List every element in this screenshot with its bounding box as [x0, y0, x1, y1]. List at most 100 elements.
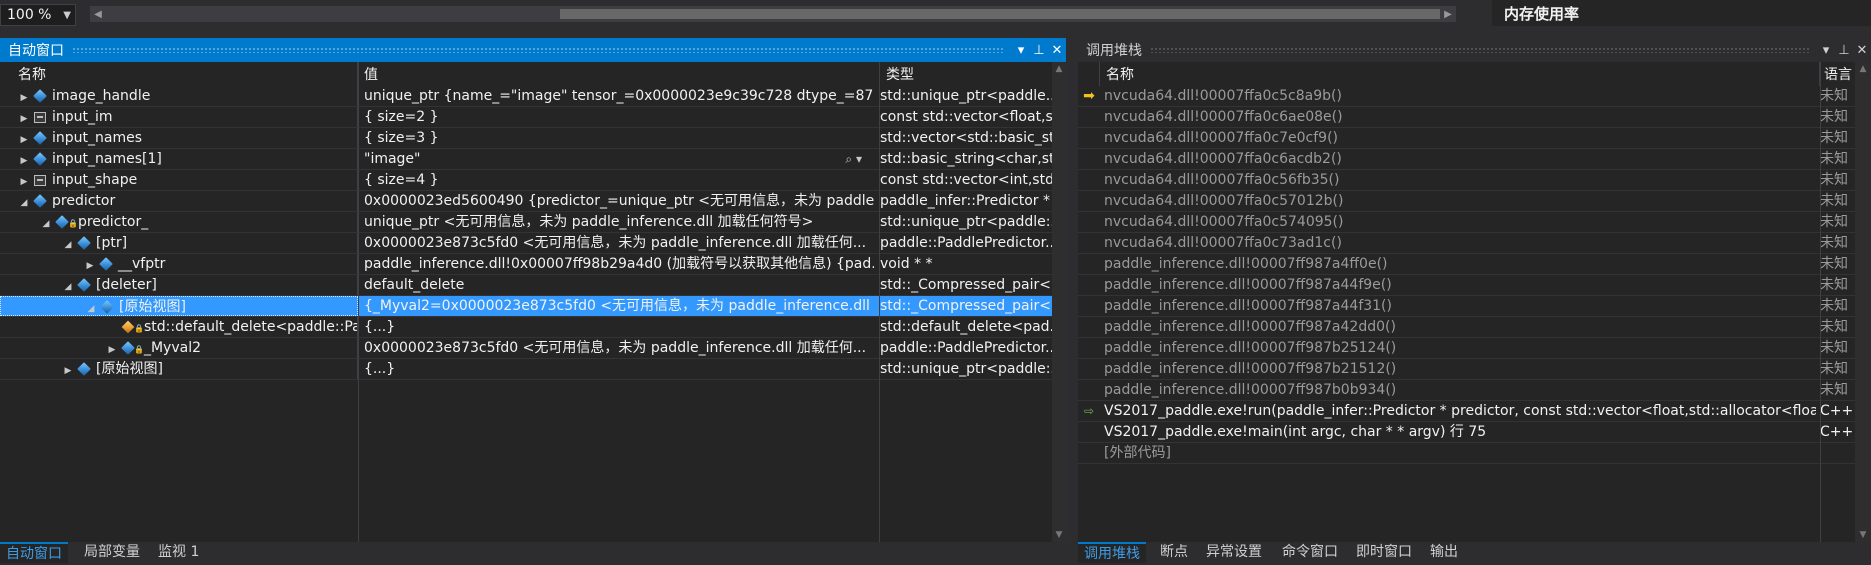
close-icon[interactable]: ✕	[1048, 43, 1066, 58]
table-row[interactable]: ◢ predictor 0x0000023ed5600490 {predictor…	[0, 191, 1052, 212]
value-cell: {...}	[364, 319, 396, 335]
table-row[interactable]: ▶ input_shape { size=4 } const std::vecto…	[0, 170, 1052, 191]
expand-icon[interactable]: ▶	[0, 172, 30, 190]
type-cell: std::vector<std::basic_st...	[880, 130, 1052, 146]
window-dropdown-icon[interactable]: ▾	[1817, 43, 1835, 58]
table-row[interactable]: ◢ 🔒predictor_ unique_ptr <无可用信息，未为 paddle…	[0, 212, 1052, 233]
scroll-up-icon[interactable]: ▲	[1855, 64, 1871, 74]
call-stack-frame[interactable]: nvcuda64.dll!00007ffa0c6ae08e() 未知	[1078, 107, 1855, 128]
current-frame-arrow-icon: ➡	[1083, 88, 1095, 104]
zoom-dropdown[interactable]: 100 % ▼	[0, 4, 76, 26]
type-cell: std::unique_ptr<paddle:...	[880, 214, 1052, 230]
scroll-thumb[interactable]	[560, 9, 1440, 19]
table-row[interactable]: ▶ [原始视图] {...} std::unique_ptr<paddle:...	[0, 359, 1052, 380]
call-stack-frame[interactable]: VS2017_paddle.exe!main(int argc, char * …	[1078, 422, 1855, 443]
table-row-selected[interactable]: ◢ [原始视图] {_Myval2=0x0000023e873c5fd0 <无可用…	[0, 296, 1052, 317]
scroll-left-icon[interactable]: ◀	[90, 6, 106, 22]
tab-exception-settings[interactable]: 异常设置	[1200, 542, 1268, 563]
collapse-icon[interactable]: ◢	[0, 214, 52, 232]
table-row[interactable]: ◢ [ptr] 0x0000023e873c5fd0 <无可用信息，未为 padd…	[0, 233, 1052, 254]
tab-command-window[interactable]: 命令窗口	[1276, 542, 1344, 563]
call-stack-frame[interactable]: ⇨ VS2017_paddle.exe!run(paddle_infer::Pre…	[1078, 401, 1855, 422]
lock-icon: 🔒	[134, 324, 144, 333]
close-icon[interactable]: ✕	[1853, 43, 1871, 58]
tab-breakpoints[interactable]: 断点	[1154, 542, 1194, 563]
chevron-down-icon: ▼	[63, 9, 71, 21]
text-visualizer-search-icon[interactable]: ⌕ ▾	[845, 149, 862, 169]
call-stack-frame[interactable]: paddle_inference.dll!00007ff987a4ff0e() 未…	[1078, 254, 1855, 275]
auto-window-vertical-scrollbar[interactable]: ▲ ▼	[1052, 62, 1066, 542]
scroll-down-icon[interactable]: ▼	[1855, 530, 1871, 540]
call-stack-frame[interactable]: nvcuda64.dll!00007ffa0c6acdb2() 未知	[1078, 149, 1855, 170]
column-header-name[interactable]: 名称	[0, 62, 358, 86]
call-stack-frame[interactable]: nvcuda64.dll!00007ffa0c73ad1c() 未知	[1078, 233, 1855, 254]
type-cell: const std::vector<float,s...	[880, 109, 1052, 125]
tab-auto-window[interactable]: 自动窗口	[0, 542, 68, 563]
expand-icon[interactable]: ▶	[0, 130, 30, 148]
column-header-language[interactable]: 语言	[1820, 62, 1855, 86]
expand-icon[interactable]: ▶	[0, 361, 74, 379]
editor-horizontal-scrollbar[interactable]: ◀ ▶	[90, 6, 1456, 22]
table-row[interactable]: ▶ input_im { size=2 } const std::vector<f…	[0, 107, 1052, 128]
table-row[interactable]: ▶ 🔒_Myval2 0x0000023e873c5fd0 <无可用信息，未为 p…	[0, 338, 1052, 359]
type-cell: std::basic_string<char,st...	[880, 151, 1052, 167]
call-stack-frame[interactable]: paddle_inference.dll!00007ff987b25124() 未…	[1078, 338, 1855, 359]
collapse-icon[interactable]: ◢	[1, 299, 97, 315]
tab-immediate-window[interactable]: 即时窗口	[1350, 542, 1418, 563]
value-cell: 0x0000023e873c5fd0 <无可用信息，未为 paddle_infe…	[364, 340, 867, 356]
column-header-name[interactable]: 名称	[1100, 62, 1820, 86]
call-stack-frame[interactable]: nvcuda64.dll!00007ffa0c574095() 未知	[1078, 212, 1855, 233]
call-stack-vertical-scrollbar[interactable]: ▲ ▼	[1855, 62, 1871, 542]
value-cell: 0x0000023ed5600490 {predictor_=unique_pt…	[364, 193, 874, 209]
column-header-type[interactable]: 类型	[880, 62, 1052, 86]
drag-grip[interactable]	[1150, 47, 1809, 53]
expand-icon[interactable]: ▶	[0, 151, 30, 169]
column-divider[interactable]	[1820, 62, 1821, 542]
collapse-icon[interactable]: ◢	[0, 277, 74, 295]
type-cell: std::default_delete<pad...	[880, 319, 1052, 335]
drag-grip[interactable]	[72, 47, 1004, 53]
value-cell: { size=2 }	[364, 109, 439, 125]
column-divider[interactable]	[879, 62, 880, 542]
call-stack-frame[interactable]: nvcuda64.dll!00007ffa0c57012b() 未知	[1078, 191, 1855, 212]
window-dropdown-icon[interactable]: ▾	[1012, 43, 1030, 58]
collapse-icon[interactable]: ◢	[0, 235, 74, 253]
call-stack-frame[interactable]: paddle_inference.dll!00007ff987a44f9e() 未…	[1078, 275, 1855, 296]
type-cell: std::_Compressed_pair<...	[880, 277, 1052, 293]
tab-output[interactable]: 输出	[1424, 542, 1464, 563]
expand-icon[interactable]: ▶	[0, 340, 118, 358]
tab-watch-1[interactable]: 监视 1	[152, 542, 205, 563]
type-cell: std::_Compressed_pair<...	[880, 298, 1052, 314]
collapse-icon[interactable]: ◢	[0, 193, 30, 211]
call-stack-frame[interactable]: paddle_inference.dll!00007ff987b21512() 未…	[1078, 359, 1855, 380]
table-row[interactable]: ▶ image_handle unique_ptr {name_="image" …	[0, 86, 1052, 107]
scroll-right-icon[interactable]: ▶	[1440, 6, 1456, 22]
scroll-up-icon[interactable]: ▲	[1052, 64, 1066, 74]
parameter-icon	[34, 111, 46, 123]
table-row[interactable]: ◢ [deleter] default_delete std::_Compress…	[0, 275, 1052, 296]
table-row[interactable]: 🔒std::default_delete<paddle::Pa... {...}…	[0, 317, 1052, 338]
pin-icon[interactable]: ⊥	[1030, 43, 1048, 58]
expand-icon[interactable]: ▶	[0, 256, 96, 274]
type-cell: paddle_infer::Predictor *	[880, 193, 1050, 209]
call-stack-frame[interactable]: ➡ nvcuda64.dll!00007ffa0c5c8a9b() 未知	[1078, 86, 1855, 107]
call-stack-frame[interactable]: paddle_inference.dll!00007ff987a44f31() 未…	[1078, 296, 1855, 317]
call-stack-frame[interactable]: [外部代码]	[1078, 443, 1855, 464]
table-row[interactable]: ▶ input_names[1] "image" ⌕ ▾ std::basic_st…	[0, 149, 1052, 170]
tab-locals[interactable]: 局部变量	[78, 542, 146, 563]
call-stack-frame[interactable]: nvcuda64.dll!00007ffa0c56fb35() 未知	[1078, 170, 1855, 191]
call-stack-frame[interactable]: paddle_inference.dll!00007ff987a42dd0() 未…	[1078, 317, 1855, 338]
column-divider[interactable]	[358, 62, 359, 542]
expand-icon[interactable]: ▶	[0, 109, 30, 127]
object-icon	[77, 278, 91, 292]
call-stack-frame[interactable]: nvcuda64.dll!00007ffa0c7e0cf9() 未知	[1078, 128, 1855, 149]
tab-call-stack[interactable]: 调用堆栈	[1078, 542, 1146, 563]
scroll-down-icon[interactable]: ▼	[1052, 530, 1066, 540]
table-row[interactable]: ▶ input_names { size=3 } std::vector<std:…	[0, 128, 1052, 149]
call-stack-frame[interactable]: paddle_inference.dll!00007ff987b0b934() 未…	[1078, 380, 1855, 401]
column-header-value[interactable]: 值	[358, 62, 880, 86]
table-row[interactable]: ▶ __vfptr paddle_inference.dll!0x00007ff9…	[0, 254, 1052, 275]
expand-icon[interactable]: ▶	[0, 88, 30, 106]
pin-icon[interactable]: ⊥	[1835, 43, 1853, 58]
parameter-icon	[34, 174, 46, 186]
